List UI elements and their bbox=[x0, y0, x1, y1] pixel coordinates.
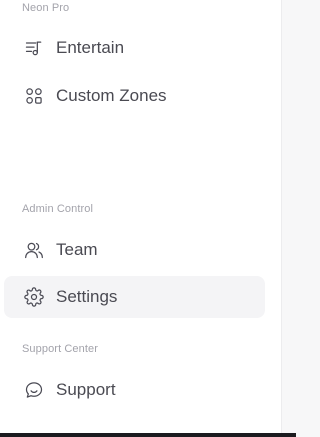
users-icon bbox=[23, 239, 45, 261]
sidebar-item-support[interactable]: Support bbox=[4, 369, 265, 411]
section-label-neon-pro: Neon Pro bbox=[22, 2, 70, 14]
window-bottom-edge bbox=[0, 433, 296, 437]
sidebar-item-label: Team bbox=[56, 240, 98, 259]
sidebar-item-label: Custom Zones bbox=[56, 86, 167, 105]
music-playlist-icon bbox=[23, 37, 45, 59]
section-label-admin-control: Admin Control bbox=[22, 203, 93, 215]
sidebar-item-settings[interactable]: Settings bbox=[4, 276, 265, 318]
chat-bubble-icon bbox=[23, 379, 45, 401]
grid-icon bbox=[23, 85, 45, 107]
sidebar-item-team[interactable]: Team bbox=[4, 229, 265, 271]
sidebar-item-label: Support bbox=[56, 380, 116, 399]
gear-icon bbox=[23, 286, 45, 308]
section-label-support-center: Support Center bbox=[22, 343, 98, 355]
sidebar: Neon Pro Entertain Custom Zones Admin Co… bbox=[0, 0, 282, 433]
sidebar-item-custom-zones[interactable]: Custom Zones bbox=[4, 75, 265, 117]
sidebar-item-entertain[interactable]: Entertain bbox=[4, 27, 265, 69]
sidebar-item-label: Settings bbox=[56, 287, 118, 306]
sidebar-item-label: Entertain bbox=[56, 38, 125, 57]
